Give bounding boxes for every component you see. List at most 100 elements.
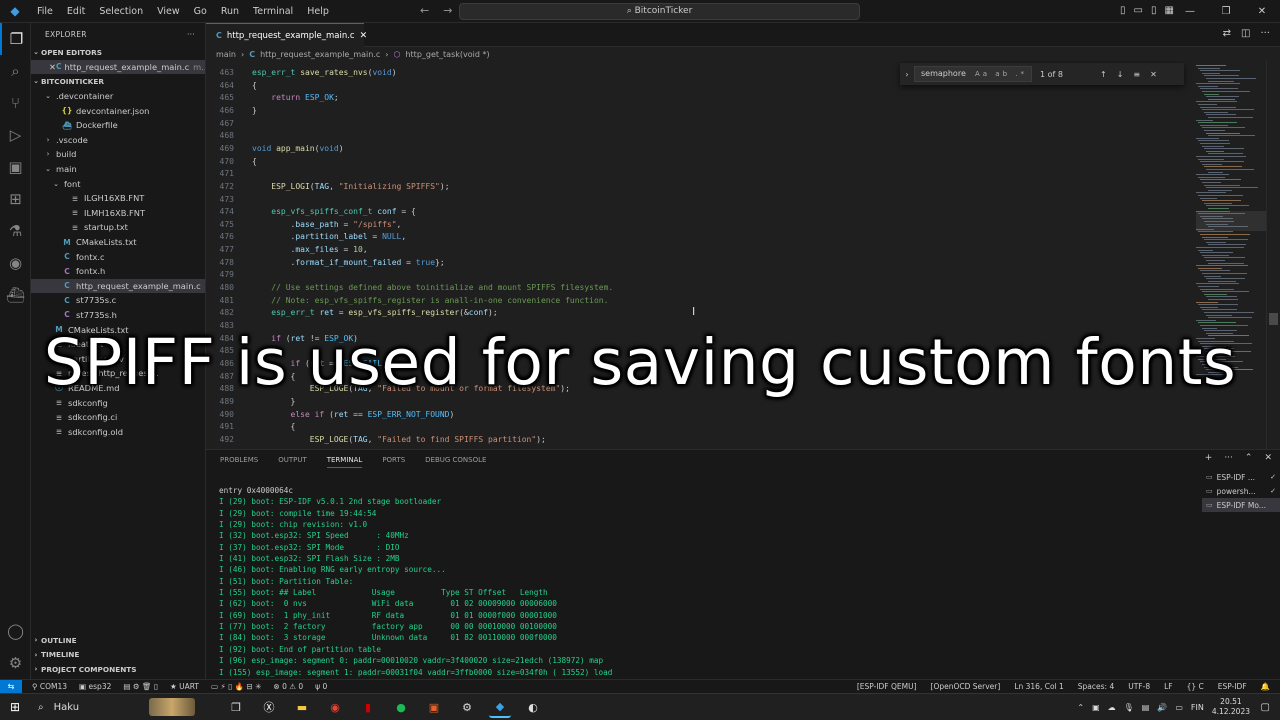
breadcrumb-folder[interactable]: main — [216, 50, 236, 59]
toggle-sidebar-icon[interactable]: ▯ — [1120, 5, 1126, 16]
account-icon[interactable]: ◯ — [0, 615, 31, 647]
extensions-icon[interactable]: ⊞ — [0, 183, 31, 215]
docker-icon[interactable]: ⛴ — [0, 279, 31, 311]
tree-file[interactable]: Cfontx.h — [31, 264, 205, 279]
tree-folder[interactable]: ⌄ main — [31, 162, 205, 177]
status-problems[interactable]: ⊗ 0 ⚠ 0 — [273, 682, 303, 691]
tab-output[interactable]: OUTPUT — [278, 456, 307, 464]
status-openocd[interactable]: [OpenOCD Server] — [931, 682, 1001, 691]
timeline-section[interactable]: › TIMELINE — [31, 648, 205, 663]
status-encoding[interactable]: UTF-8 — [1128, 682, 1150, 691]
terminal-output[interactable]: entry 0x4000064c I (29) boot: ESP-IDF v5.… — [219, 485, 1199, 678]
menu-selection[interactable]: Selection — [92, 6, 150, 17]
build-icon[interactable]: ▭ — [211, 682, 218, 691]
menu-run[interactable]: Run — [214, 6, 246, 17]
github-icon[interactable]: ◐ — [522, 696, 544, 718]
tree-file[interactable]: Cst7735s.h — [31, 308, 205, 323]
project-components-section[interactable]: › PROJECT COMPONENTS — [31, 662, 205, 677]
terminal-item-esp-idf[interactable]: ▭ ESP-IDF ... ✓ — [1202, 470, 1280, 484]
status-ports[interactable]: ψ 0 — [315, 682, 327, 691]
project-section[interactable]: ⌄ BITCOINTICKER — [31, 74, 205, 89]
minimap-slider[interactable] — [1196, 211, 1266, 231]
volume-icon[interactable]: 🔊 — [1157, 703, 1167, 712]
terminal-item-powershell[interactable]: ▭ powersh... ✓ — [1202, 484, 1280, 498]
find-options[interactable]: Aa ab .* — [975, 67, 1027, 81]
testing-icon[interactable]: ⚗ — [0, 215, 31, 247]
close-tab-icon[interactable]: ✕ — [360, 31, 368, 41]
command-center[interactable]: ⌕ BitcoinTicker — [459, 3, 860, 20]
menuconfig-icon[interactable]: ▤ — [123, 682, 130, 691]
remote-explorer-icon[interactable]: ▣ — [0, 151, 31, 183]
fullclean-icon[interactable]: ▯ — [154, 682, 158, 691]
previous-match-icon[interactable]: ↑ — [1100, 70, 1107, 79]
app-red-icon[interactable]: ▮ — [357, 696, 379, 718]
chrome-icon[interactable]: ◉ — [324, 696, 346, 718]
close-find-icon[interactable]: ✕ — [1150, 70, 1157, 79]
tree-file[interactable]: {} devcontainer.json — [31, 103, 205, 118]
compare-icon[interactable]: ⇄ — [1223, 28, 1231, 39]
find-input[interactable]: semaphore Aa ab .* — [914, 66, 1032, 82]
windows-start-icon[interactable]: ⊞ — [0, 700, 30, 714]
more-actions-icon[interactable]: ··· — [1224, 453, 1233, 463]
menu-view[interactable]: View — [150, 6, 187, 17]
taskbar-search[interactable]: ⌕ Haku — [30, 694, 195, 720]
monitor-icon[interactable]: ▯ — [228, 682, 232, 691]
toggle-panel-icon[interactable]: ▭ — [1134, 5, 1143, 16]
tree-file[interactable]: ≡ ILMH16XB.FNT — [31, 206, 205, 221]
source-control-icon[interactable]: ⑂ — [0, 87, 31, 119]
vscode-taskbar-icon[interactable]: ◆ — [489, 696, 511, 718]
minimize-icon[interactable]: — — [1172, 0, 1208, 23]
spotify-icon[interactable]: ● — [390, 696, 412, 718]
microphone-icon[interactable]: 🎙 — [1124, 703, 1134, 712]
remote-indicator-icon[interactable]: ⇆ — [0, 679, 22, 694]
breadcrumb-file[interactable]: http_request_example_main.c — [260, 50, 380, 59]
file-explorer-icon[interactable]: ▬ — [291, 696, 313, 718]
explorer-icon[interactable]: ❐ — [0, 23, 31, 55]
tab-problems[interactable]: PROBLEMS — [220, 456, 258, 464]
restore-icon[interactable]: ❐ — [1208, 0, 1244, 23]
menu-terminal[interactable]: Terminal — [246, 6, 300, 17]
esp-idf-icon[interactable]: ◉ — [0, 247, 31, 279]
status-qemu[interactable]: [ESP-IDF QEMU] — [857, 682, 917, 691]
network-icon[interactable]: ▤ — [1142, 703, 1150, 712]
menu-edit[interactable]: Edit — [60, 6, 92, 17]
open-editors-section[interactable]: ⌄ OPEN EDITORS — [31, 45, 205, 60]
run-debug-icon[interactable]: ▷ — [0, 119, 31, 151]
close-panel-icon[interactable]: ✕ — [1264, 453, 1272, 463]
tree-file[interactable]: Cfontx.c — [31, 249, 205, 264]
menu-file[interactable]: File — [30, 6, 60, 17]
keyboard-language[interactable]: FIN — [1191, 703, 1204, 712]
build-flash-monitor-icon[interactable]: 🔥 — [235, 682, 244, 691]
status-language[interactable]: {} C — [1187, 682, 1204, 691]
onedrive-icon[interactable]: ☁ — [1108, 703, 1116, 712]
back-arrow-icon[interactable]: ← — [420, 4, 429, 17]
status-esp-idf[interactable]: ESP-IDF — [1218, 682, 1247, 691]
tree-folder[interactable]: › .vscode — [31, 133, 205, 148]
settings-gear-icon[interactable]: ⚙ — [133, 682, 140, 691]
split-editor-icon[interactable]: ◫ — [1241, 28, 1250, 39]
tree-file[interactable]: ⛴ Dockerfile — [31, 118, 205, 133]
tray-overflow-icon[interactable]: ⌃ — [1077, 703, 1084, 712]
tree-folder[interactable]: ⌄ .devcontainer — [31, 89, 205, 104]
tree-file[interactable]: M CMakeLists.txt — [31, 235, 205, 250]
tree-file[interactable]: ≡ ILGH16XB.FNT — [31, 191, 205, 206]
breadcrumb-symbol[interactable]: http_get_task(void *) — [405, 50, 489, 59]
tree-file[interactable]: Chttp_request_example_main.c — [31, 278, 205, 294]
office-icon[interactable]: ▣ — [423, 696, 445, 718]
status-target[interactable]: ▣ esp32 — [79, 682, 111, 691]
tab-debug-console[interactable]: DEBUG CONSOLE — [425, 456, 486, 464]
maximize-panel-icon[interactable]: ⌃ — [1245, 453, 1253, 463]
battery-icon[interactable]: ▭ — [1175, 703, 1183, 712]
menu-help[interactable]: Help — [300, 6, 336, 17]
settings-gear-icon[interactable]: ⚙ — [0, 647, 31, 679]
tree-file[interactable]: ≡ startup.txt — [31, 220, 205, 235]
status-eol[interactable]: LF — [1164, 682, 1173, 691]
close-editor-icon[interactable]: ✕ — [49, 62, 56, 72]
debug-icon[interactable]: ✳ — [255, 682, 261, 691]
toggle-secondary-sidebar-icon[interactable]: ▯ — [1151, 5, 1157, 16]
clock[interactable]: 20.51 4.12.2023 — [1212, 697, 1250, 717]
flash-icon[interactable]: ⚡ — [221, 682, 226, 691]
scrollbar-thumb[interactable] — [1269, 313, 1278, 325]
tab-terminal[interactable]: TERMINAL — [326, 456, 363, 468]
settings-gear-icon[interactable]: ⚙ — [456, 696, 478, 718]
